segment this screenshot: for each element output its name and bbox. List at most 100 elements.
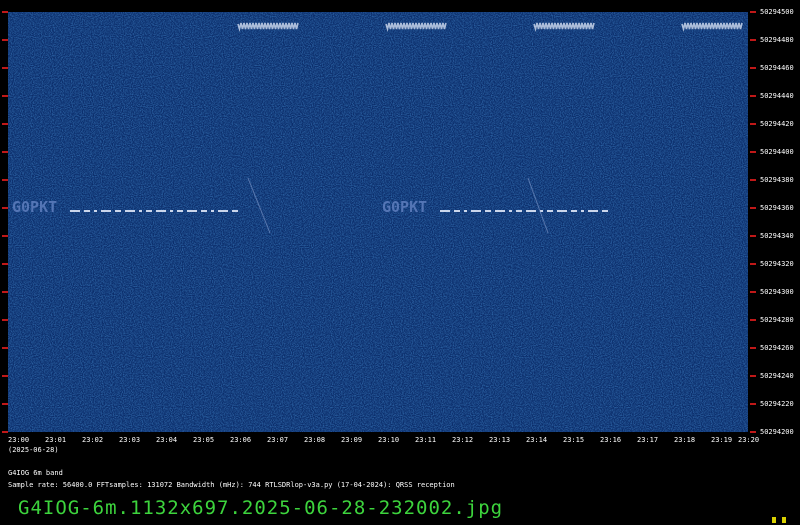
y-tick-label: 50294360: [760, 204, 794, 212]
signal-dash: [177, 210, 183, 212]
y-tick-label: 50294280: [760, 316, 794, 324]
tick-mark: [2, 207, 8, 209]
y-tick-label: 50294460: [760, 64, 794, 72]
y-tick-label: 50294400: [760, 148, 794, 156]
signal-dash: [464, 210, 467, 212]
y-tick-label: 50294340: [760, 232, 794, 240]
tick-mark: [750, 263, 756, 265]
tick-mark: [750, 319, 756, 321]
x-tick-label: 23:00: [8, 436, 30, 444]
signal-dash: [526, 210, 536, 212]
y-tick-label: 50294480: [760, 36, 794, 44]
y-tick-label: 50294260: [760, 344, 794, 352]
signal-dash: [115, 210, 121, 212]
x-tick-label: 23:01: [45, 436, 67, 444]
tick-mark: [2, 375, 8, 377]
signal-dash: [94, 210, 97, 212]
y-tick-label: 50294500: [760, 8, 794, 16]
signal-dash: [146, 210, 152, 212]
y-tick-label: 50294380: [760, 176, 794, 184]
tick-mark: [2, 67, 8, 69]
tick-mark: [2, 39, 8, 41]
x-tick-label: 23:18: [674, 436, 696, 444]
signal-dash: [70, 210, 80, 212]
x-tick-label: 23:20: [738, 436, 760, 444]
signal-label: G0PKT: [382, 198, 427, 216]
signal-dash: [509, 210, 512, 212]
signal-dash: [516, 210, 522, 212]
x-tick-label: 23:09: [341, 436, 363, 444]
filename-label: G4IOG-6m.1132x697.2025-06-28-232002.jpg: [18, 497, 504, 519]
signal-dash: [232, 210, 238, 212]
signal-dash: [170, 210, 173, 212]
x-tick-label: 23:06: [230, 436, 252, 444]
tick-mark: [2, 95, 8, 97]
tick-mark: [2, 319, 8, 321]
signal-dash: [547, 210, 553, 212]
signal-dash: [139, 210, 142, 212]
x-tick-label: 23:07: [267, 436, 289, 444]
x-tick-label: 23:12: [452, 436, 474, 444]
signal-dash: [495, 210, 505, 212]
tick-mark: [750, 179, 756, 181]
date-label: (2025-06-28): [8, 446, 59, 454]
y-tick-label: 50294220: [760, 400, 794, 408]
tick-mark: [2, 123, 8, 125]
tick-mark: [2, 431, 8, 433]
x-tick-label: 23:15: [563, 436, 585, 444]
signal-dash: [211, 210, 214, 212]
signal-dash: [485, 210, 491, 212]
x-tick-label: 23:14: [526, 436, 548, 444]
y-tick-label: 50294240: [760, 372, 794, 380]
tick-mark: [2, 263, 8, 265]
signal-dash: [588, 210, 598, 212]
signal-dash: [84, 210, 90, 212]
y-tick-label: 50294320: [760, 260, 794, 268]
y-tick-label: 50294420: [760, 120, 794, 128]
tick-mark: [750, 291, 756, 293]
noise-texture: [8, 12, 748, 432]
signal-dash: [201, 210, 207, 212]
tick-mark: [2, 179, 8, 181]
signal-dash: [454, 210, 460, 212]
y-tick-label: 50294300: [760, 288, 794, 296]
x-tick-label: 23:19: [711, 436, 733, 444]
qrss-grabber: G0PKT G0PKT 23:00 23:01 23:02 23:03 23:04 23:0…: [0, 0, 800, 525]
x-tick-label: 23:11: [415, 436, 437, 444]
y-tick-label: 50294440: [760, 92, 794, 100]
x-tick-label: 23:04: [156, 436, 178, 444]
tick-mark: [750, 375, 756, 377]
params-label: Sample rate: 56400.0 FFTsamples: 131072 …: [8, 481, 455, 489]
tick-mark: [2, 151, 8, 153]
tick-mark: [750, 347, 756, 349]
y-tick-label: 50294200: [760, 428, 794, 436]
signal-dash: [125, 210, 135, 212]
waterfall-plot: G0PKT G0PKT: [8, 12, 748, 432]
tick-mark: [2, 235, 8, 237]
x-tick-label: 23:10: [378, 436, 400, 444]
tick-mark: [750, 67, 756, 69]
tick-mark: [750, 39, 756, 41]
tick-mark: [2, 347, 8, 349]
signal-dash: [187, 210, 197, 212]
tick-mark: [750, 123, 756, 125]
tick-mark: [2, 291, 8, 293]
signal-label: G0PKT: [12, 198, 57, 216]
x-tick-label: 23:17: [637, 436, 659, 444]
x-tick-label: 23:05: [193, 436, 215, 444]
x-tick-label: 23:08: [304, 436, 326, 444]
x-tick-label: 23:03: [119, 436, 141, 444]
x-tick-label: 23:16: [600, 436, 622, 444]
signal-dash: [156, 210, 166, 212]
signal-dash: [557, 210, 567, 212]
corner-marker: [772, 517, 776, 523]
tick-mark: [750, 235, 756, 237]
x-tick-label: 23:02: [82, 436, 104, 444]
corner-marker: [782, 517, 786, 523]
signal-dash: [571, 210, 577, 212]
signal-dash: [581, 210, 584, 212]
signal-dash: [471, 210, 481, 212]
signal-dash: [101, 210, 111, 212]
tick-mark: [2, 11, 8, 13]
signal-dash: [218, 210, 228, 212]
